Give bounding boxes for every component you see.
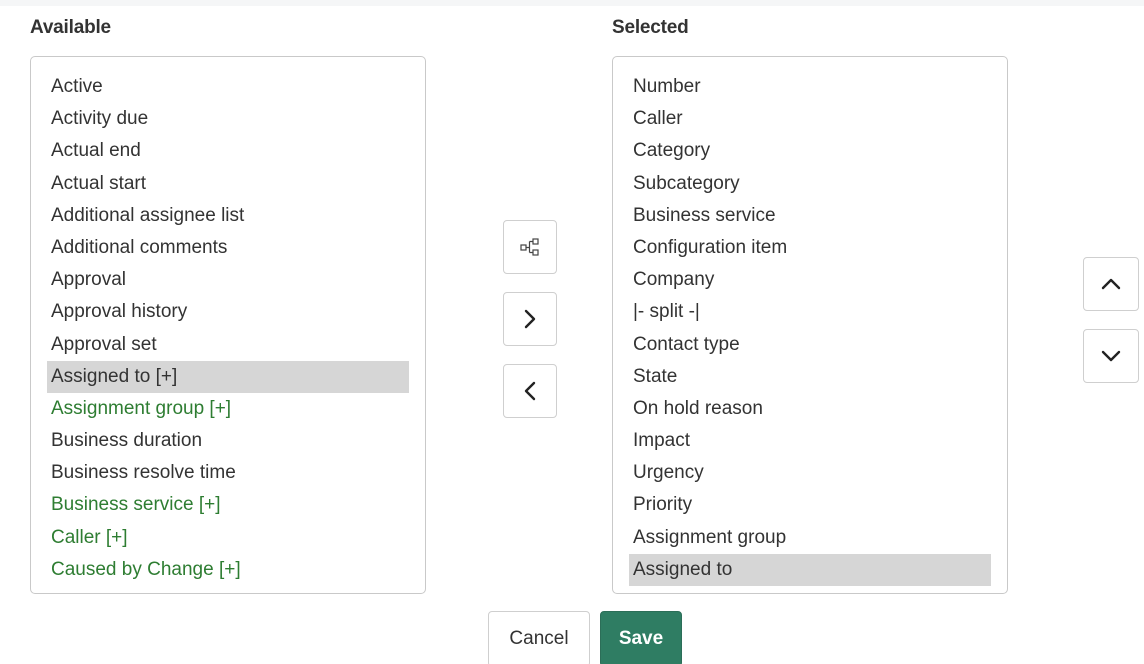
- selected-list-item[interactable]: |- split -|: [629, 296, 991, 328]
- selected-list-item[interactable]: Priority: [629, 489, 991, 521]
- available-list-item[interactable]: Actual start: [47, 168, 409, 200]
- available-list-item[interactable]: Assignment group [+]: [47, 393, 409, 425]
- available-list-item[interactable]: Assigned to [+]: [47, 360, 409, 393]
- selected-list-item[interactable]: Subcategory: [629, 168, 991, 200]
- selected-list-item[interactable]: State: [629, 361, 991, 393]
- available-heading: Available: [30, 17, 111, 38]
- available-list-item[interactable]: Approval history: [47, 296, 409, 328]
- available-list-item[interactable]: Activity due: [47, 103, 409, 135]
- selected-list-item[interactable]: Urgency: [629, 457, 991, 489]
- available-list-item[interactable]: Actual end: [47, 135, 409, 167]
- move-up-button[interactable]: [1083, 257, 1139, 311]
- chevron-right-icon: [521, 308, 539, 330]
- selected-list-item[interactable]: Company: [629, 264, 991, 296]
- available-list-item[interactable]: Approval set: [47, 329, 409, 361]
- add-to-selected-button[interactable]: [503, 292, 557, 346]
- selected-heading: Selected: [612, 17, 689, 38]
- available-listbox[interactable]: Active Activity due Actual end Actual start…: [30, 56, 426, 594]
- available-list-item[interactable]: Business resolve time: [47, 457, 409, 489]
- available-list: Active Activity due Actual end Actual start…: [47, 71, 409, 586]
- top-divider: [0, 0, 1144, 6]
- chevron-up-icon: [1100, 276, 1122, 292]
- chevron-down-icon: [1100, 348, 1122, 364]
- selected-list-item[interactable]: Number: [629, 71, 991, 103]
- move-down-button[interactable]: [1083, 329, 1139, 383]
- available-list-item[interactable]: Business duration: [47, 425, 409, 457]
- available-list-item[interactable]: Caller [+]: [47, 522, 409, 554]
- selected-listbox[interactable]: Number Caller Category Subcategory Business …: [612, 56, 1008, 594]
- selected-list: Number Caller Category Subcategory Business …: [629, 71, 991, 586]
- save-button[interactable]: Save: [600, 611, 682, 664]
- tree-hierarchy-icon: [520, 237, 540, 257]
- cancel-button[interactable]: Cancel: [488, 611, 590, 664]
- selected-list-item[interactable]: Caller: [629, 103, 991, 135]
- dot-walk-tree-button[interactable]: [503, 220, 557, 274]
- selected-list-item[interactable]: Configuration item: [629, 232, 991, 264]
- selected-list-item[interactable]: Assignment group: [629, 522, 991, 554]
- available-list-item[interactable]: Approval: [47, 264, 409, 296]
- available-list-item[interactable]: Active: [47, 71, 409, 103]
- available-list-item[interactable]: Additional assignee list: [47, 200, 409, 232]
- available-list-item[interactable]: Additional comments: [47, 232, 409, 264]
- remove-from-selected-button[interactable]: [503, 364, 557, 418]
- available-list-item[interactable]: Caused by Change [+]: [47, 554, 409, 586]
- selected-list-item[interactable]: Impact: [629, 425, 991, 457]
- selected-list-item[interactable]: Assigned to: [629, 553, 991, 586]
- selected-list-item[interactable]: On hold reason: [629, 393, 991, 425]
- available-list-item[interactable]: Business service [+]: [47, 489, 409, 521]
- slushbucket-dialog: Available Selected Active Activity due Act…: [0, 0, 1144, 664]
- chevron-left-icon: [521, 380, 539, 402]
- selected-list-item[interactable]: Category: [629, 135, 991, 167]
- selected-list-item[interactable]: Contact type: [629, 329, 991, 361]
- selected-list-item[interactable]: Business service: [629, 200, 991, 232]
